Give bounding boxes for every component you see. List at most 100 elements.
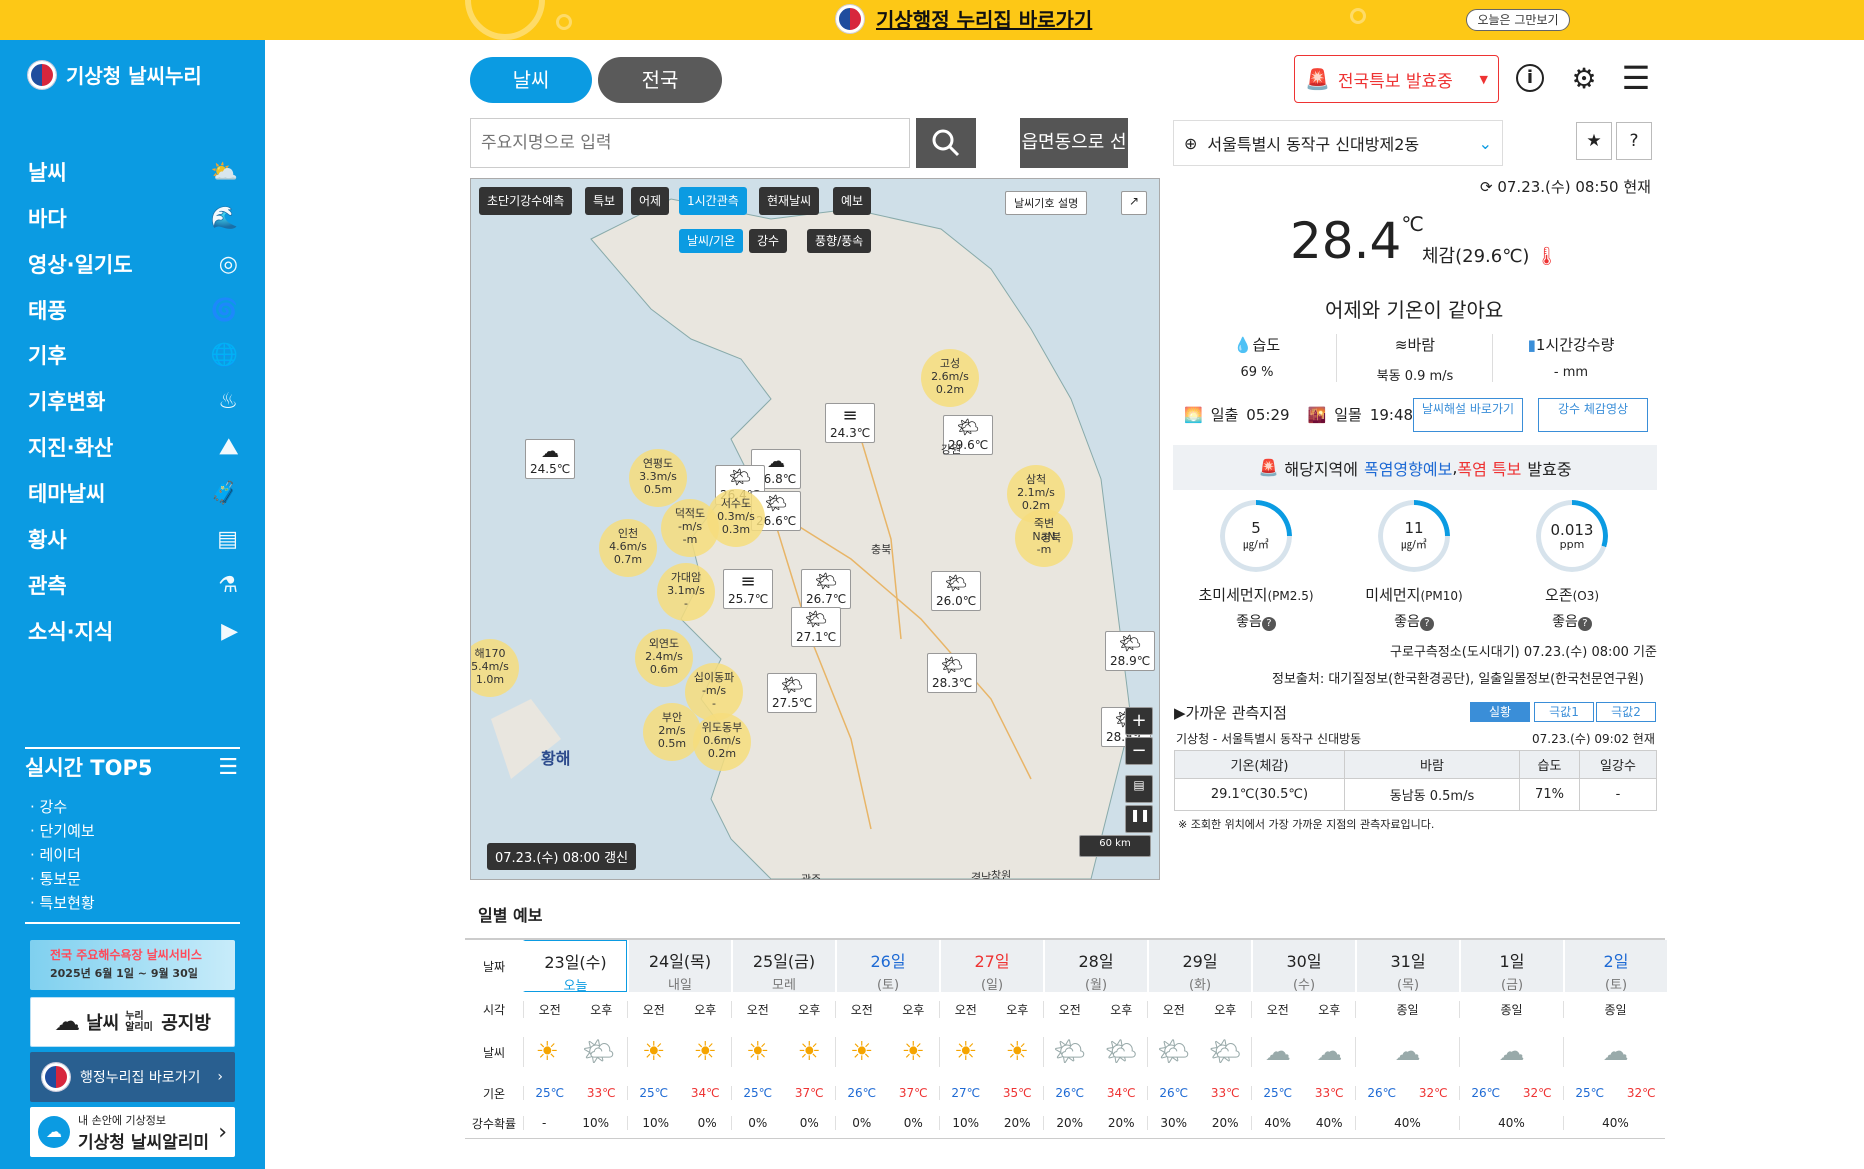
droplet-icon: 💧 — [1233, 336, 1253, 354]
sidebar-item-7[interactable]: 테마날씨 🧳 — [28, 473, 238, 513]
top5-header[interactable]: 실시간 TOP5 ☰ — [25, 752, 238, 782]
forecast-weather-cell: ☁ — [1355, 1037, 1459, 1067]
map-marker[interactable]: 🌤 27.1℃ — [791, 607, 842, 647]
help-icon[interactable]: ? — [1261, 617, 1276, 631]
forecast-day-header[interactable]: 27일 (일) — [939, 940, 1043, 993]
zoom-out-button[interactable]: − — [1125, 737, 1153, 765]
help-button[interactable]: ? — [1616, 122, 1652, 160]
top5-item[interactable]: · 단기예보 — [30, 820, 95, 841]
forecast-day-header[interactable]: 2일 (토) — [1563, 940, 1667, 993]
map-marker[interactable]: 🌤 28.3℃ — [927, 653, 978, 693]
map-tab-warning[interactable]: 특보 — [585, 187, 624, 215]
forecast-day-header[interactable]: 31일 (목) — [1355, 940, 1459, 993]
settings-button[interactable]: ⚙ — [1566, 60, 1602, 96]
map-marker[interactable]: 🌤 26.7℃ — [801, 569, 852, 609]
marine-buoy[interactable]: 연평도 3.3m/s 0.5m — [629, 449, 687, 507]
weather-alarm-banner[interactable]: ☁ 내 손안에 기상정보 기상청 날씨알리미 › — [30, 1107, 235, 1157]
sidebar-item-1[interactable]: 바다 🌊 — [28, 198, 238, 238]
sidebar-item-8[interactable]: 황사 ▤ — [28, 519, 238, 559]
tab-national[interactable]: 전국 — [598, 57, 722, 103]
near-tab-extreme2[interactable]: 극값2 — [1596, 702, 1656, 722]
sidebar-item-5[interactable]: 기후변화 ♨ — [28, 381, 238, 421]
marine-buoy[interactable]: 서수도 0.3m/s 0.3m — [707, 489, 765, 547]
forecast-day-header[interactable]: 30일 (수) — [1251, 940, 1355, 993]
map-subtab-temp[interactable]: 날씨/기온 — [679, 229, 744, 253]
map-marker[interactable]: ≡ 24.3℃ — [825, 403, 876, 443]
sidebar-item-0[interactable]: 날씨 ⛅ — [28, 152, 238, 192]
admin-site-link[interactable]: 기상행정 누리집 바로가기 — [836, 4, 1092, 33]
top5-item[interactable]: · 강수 — [30, 796, 67, 817]
sidebar-item-10[interactable]: 소식·지식 ▶ — [28, 611, 238, 651]
top5-item[interactable]: · 특보현황 — [30, 892, 95, 913]
play-button[interactable]: ▤ — [1125, 775, 1153, 803]
weather-map[interactable]: 초단기강수예측 특보 어제 1시간관측 현재날씨 예보 날씨/기온 강수 풍향/… — [470, 178, 1160, 880]
top5-item[interactable]: · 통보문 — [30, 868, 81, 889]
air-quality-item[interactable]: 11 ㎍/㎥ 미세먼지(PM10) 좋음? — [1354, 500, 1474, 631]
pause-button[interactable]: ❚❚ — [1125, 805, 1153, 833]
close-today-button[interactable]: 오늘은 그만보기 — [1466, 9, 1570, 31]
sidebar-item-3[interactable]: 태풍 🌀 — [28, 290, 238, 330]
info-button[interactable]: i — [1512, 60, 1548, 96]
map-tab-nowcast[interactable]: 초단기강수예측 — [479, 187, 573, 215]
marine-buoy[interactable]: 가대암 3.1m/s - — [657, 563, 715, 621]
col-humidity: 습도 — [1519, 750, 1580, 779]
map-subtab-rain[interactable]: 강수 — [749, 229, 788, 253]
favorite-button[interactable]: ★ — [1576, 122, 1612, 160]
map-marker[interactable]: 🌤 28.9℃ — [1105, 631, 1156, 671]
heat-impact-link[interactable]: 폭염영향예보 — [1364, 456, 1452, 480]
notice-banner[interactable]: ☁ 날씨 누리 알리미 공지방 — [30, 997, 235, 1047]
map-tab-hourly[interactable]: 1시간관측 — [679, 187, 747, 215]
forecast-day-header[interactable]: 25일(금) 모레 — [731, 940, 835, 993]
near-tab-current[interactable]: 실황 — [1470, 702, 1530, 722]
air-quality-item[interactable]: 0.013 ppm 오존(O3) 좋음? — [1512, 500, 1632, 631]
forecast-day-header[interactable]: 26일 (토) — [835, 940, 939, 993]
near-tab-extreme1[interactable]: 극값1 — [1534, 702, 1594, 722]
weather-legend-button[interactable]: 날씨기호 설명 — [1005, 191, 1088, 215]
sidebar-item-6[interactable]: 지진·화산 ⛰ — [28, 427, 238, 467]
heat-warning-link[interactable]: 폭염 특보 — [1457, 456, 1521, 480]
marine-buoy[interactable]: 위도동부 0.6m/s 0.2m — [693, 713, 751, 771]
marine-buoy[interactable]: 고성 2.6m/s 0.2m — [921, 349, 979, 407]
top5-item[interactable]: · 레이더 — [30, 844, 81, 865]
map-tab-current[interactable]: 현재날씨 — [759, 187, 820, 215]
tab-weather[interactable]: 날씨 — [470, 57, 592, 103]
forecast-day-header[interactable]: 23일(수) 오늘 — [523, 940, 627, 994]
map-marker[interactable]: ☁ 24.5℃ — [525, 439, 576, 479]
pop-value: 40% — [1394, 1116, 1421, 1130]
forecast-day-header[interactable]: 24일(목) 내일 — [627, 940, 731, 993]
forecast-pop-cell: 30% 20% — [1147, 1116, 1251, 1130]
help-icon[interactable]: ? — [1577, 617, 1592, 631]
feels-like: 체감(29.6℃) 🌡 — [1422, 242, 1558, 268]
admin-site-banner[interactable]: 행정누리집 바로가기 › — [30, 1052, 235, 1102]
external-link-button[interactable]: ↗ — [1121, 191, 1147, 215]
sidebar-item-9[interactable]: 관측 ⚗ — [28, 565, 238, 605]
map-marker[interactable]: ≡ 25.7℃ — [723, 569, 774, 609]
air-quality-gauge: 5 ㎍/㎥ — [1220, 500, 1292, 572]
zoom-in-button[interactable]: + — [1125, 707, 1153, 735]
forecast-day-header[interactable]: 1일 (금) — [1459, 940, 1563, 993]
map-tab-forecast[interactable]: 예보 — [833, 187, 872, 215]
menu-button[interactable]: ☰ — [1618, 59, 1654, 97]
site-logo[interactable]: 기상청 날씨누리 — [28, 60, 202, 89]
weather-commentary-button[interactable]: 날씨해설 바로가기 — [1413, 398, 1523, 432]
buoy-name: 연평도 — [642, 457, 674, 470]
location-select[interactable]: ⊕ 서울특별시 동작구 신대방제2동 ⌄ — [1173, 120, 1503, 166]
help-icon[interactable]: ? — [1419, 617, 1434, 631]
map-tab-yesterday[interactable]: 어제 — [631, 187, 670, 215]
map-marker[interactable]: 🌤 26.0℃ — [931, 571, 982, 611]
beach-weather-banner[interactable]: 전국 주요해수욕장 날씨서비스 2025년 6월 1일 ~ 9월 30일 — [30, 940, 235, 990]
top-banner: 기상행정 누리집 바로가기 오늘은 그만보기 — [0, 0, 1864, 40]
map-marker[interactable]: 🌤 27.5℃ — [767, 673, 818, 713]
search-input[interactable] — [470, 118, 910, 168]
forecast-day-header[interactable]: 28일 (월) — [1043, 940, 1147, 993]
sidebar-item-4[interactable]: 기후 🌐 — [28, 335, 238, 375]
sidebar-item-2[interactable]: 영상·일기도 ◎ — [28, 244, 238, 284]
map-subtab-wind[interactable]: 풍향/풍속 — [807, 229, 872, 253]
search-button[interactable] — [916, 118, 976, 168]
national-alert-button[interactable]: 🚨 전국특보 발효중 ▼ — [1294, 55, 1499, 103]
forecast-day-header[interactable]: 29일 (화) — [1147, 940, 1251, 993]
air-quality-item[interactable]: 5 ㎍/㎥ 초미세먼지(PM2.5) 좋음? — [1196, 500, 1316, 631]
select-area-button[interactable]: 읍면동으로 선택 — [1020, 118, 1128, 203]
marine-buoy[interactable]: 인천 4.6m/s 0.7m — [599, 519, 657, 577]
rain-video-button[interactable]: 강수 체감영상 — [1538, 398, 1648, 432]
